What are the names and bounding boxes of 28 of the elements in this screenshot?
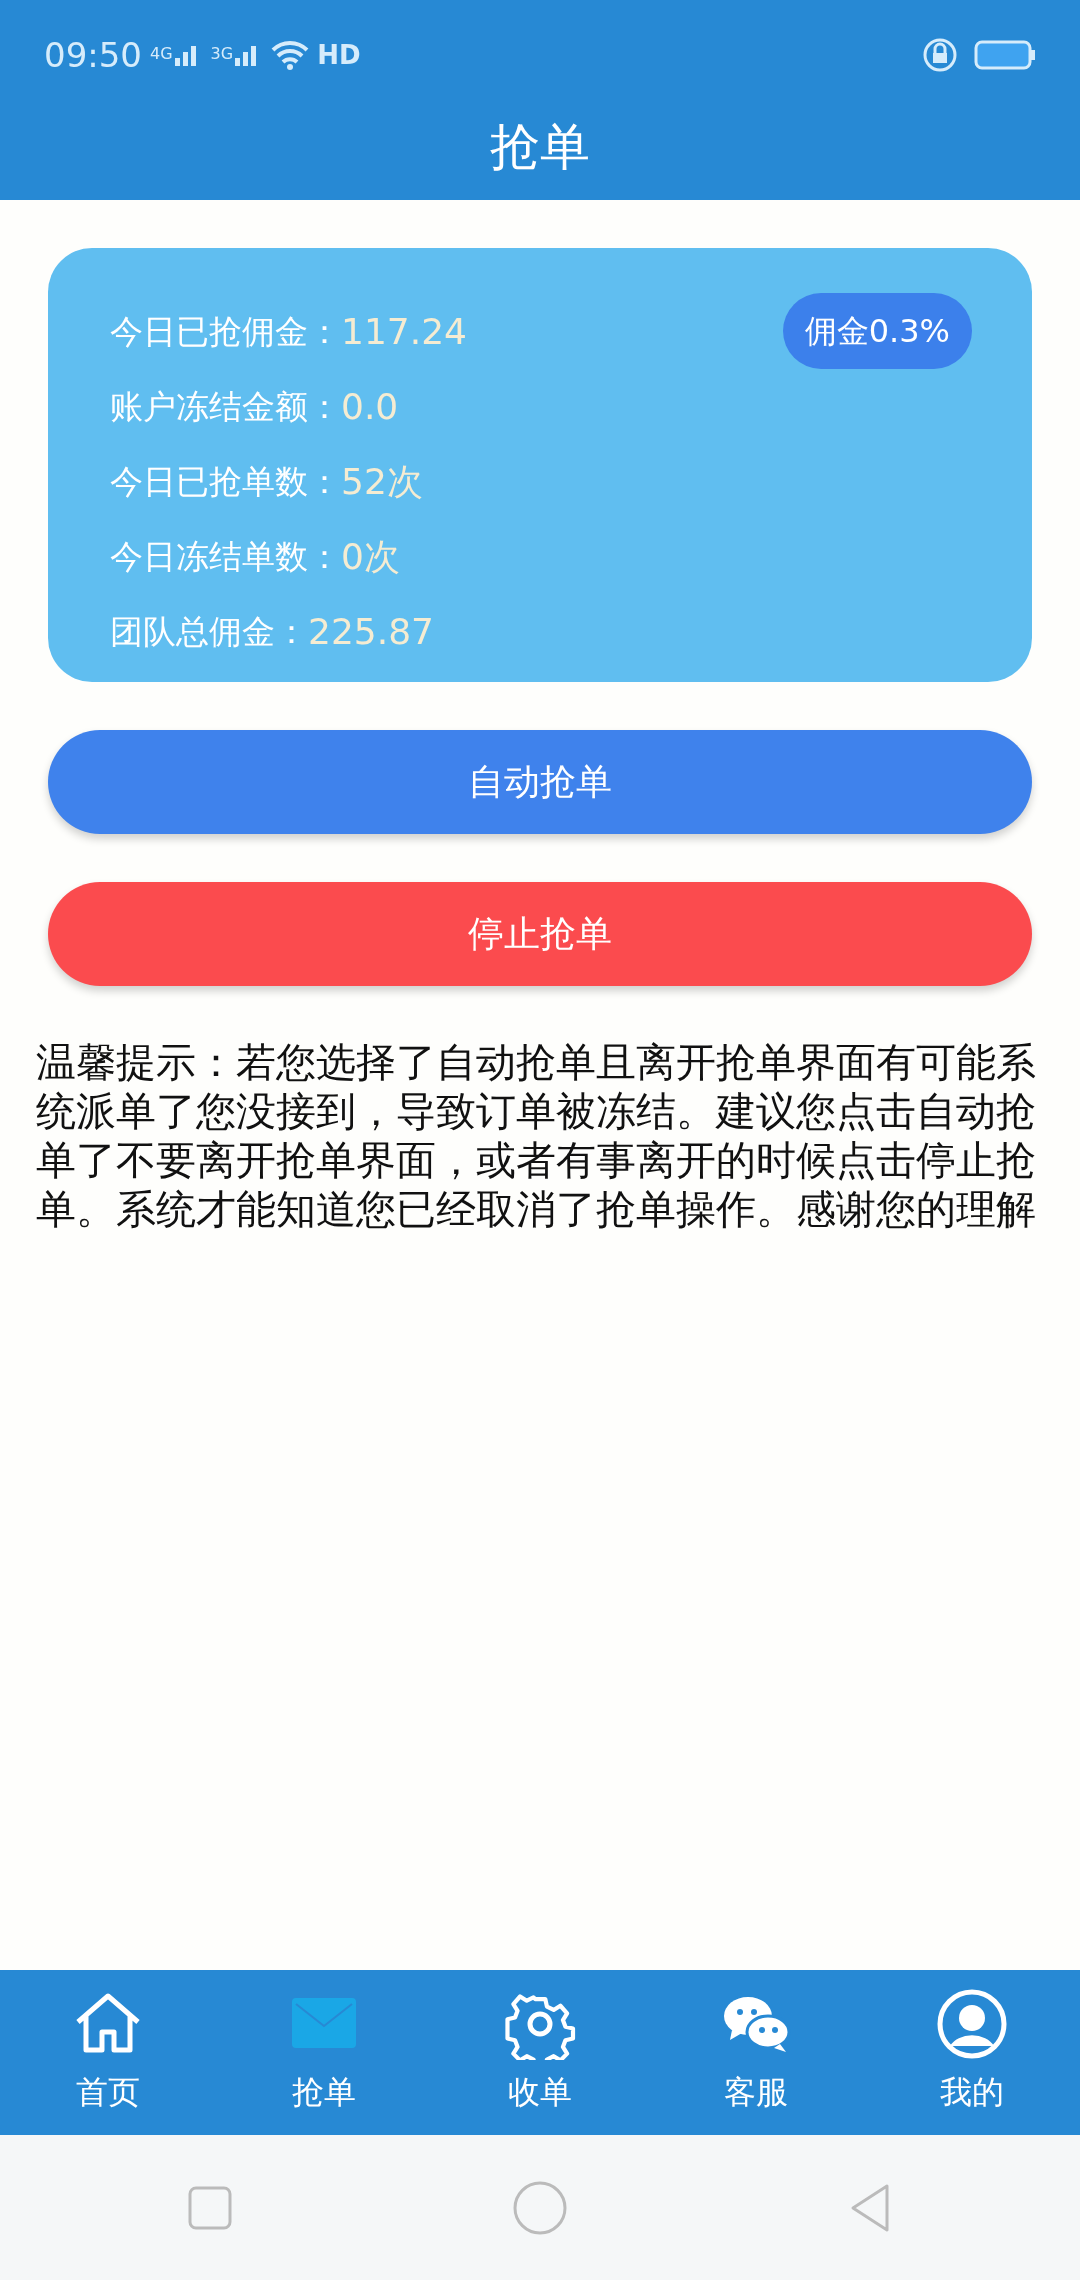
stat-label: 账户冻结金额：	[110, 385, 341, 428]
tab-item[interactable]: 抢单	[216, 1970, 432, 2135]
page-title: 抢单	[490, 117, 590, 178]
stat-label: 今日冻结单数：	[110, 535, 341, 578]
stat-value: 0.0	[341, 384, 399, 429]
stop-grab-button[interactable]: 停止抢单	[48, 882, 1032, 986]
tab-item[interactable]: 客服	[648, 1970, 864, 2135]
profile-icon	[936, 1988, 1008, 2060]
battery-icon	[974, 40, 1036, 70]
home-icon[interactable]	[512, 2179, 568, 2236]
stat-value: 117.24	[341, 309, 467, 354]
commission-rate-badge: 佣金0.3%	[782, 293, 972, 369]
stat-value: 52次	[341, 459, 423, 504]
tab-item[interactable]: 收单	[432, 1970, 648, 2135]
auto-grab-button[interactable]: 自动抢单	[48, 730, 1032, 834]
wifi-icon	[271, 40, 310, 70]
tab-item[interactable]: 我的	[864, 1970, 1080, 2135]
tab-item[interactable]: 首页	[0, 1970, 216, 2135]
status-time: 09:50	[44, 33, 142, 77]
stat-label: 团队总佣金：	[110, 610, 308, 653]
stat-value: 0次	[341, 534, 400, 579]
lock-icon	[922, 37, 958, 73]
stat-label: 今日已抢佣金：	[110, 310, 341, 353]
notice-paragraph: 温馨提示：若您选择了自动抢单且离开抢单界面有可能系统派单了您没接到，导致订单被冻结。建议您点击自动抢单了不要离开抢单界面，或者有事离开的时候点击停止抢单。系统才能知道您已经取消了抢单操作。感谢您的理解	[35, 1038, 1037, 1234]
hd-indicator: HD	[317, 38, 361, 72]
recents-icon[interactable]	[187, 2184, 234, 2231]
stat-value: 225.87	[308, 609, 434, 654]
stat-label: 今日已抢单数：	[110, 460, 341, 503]
